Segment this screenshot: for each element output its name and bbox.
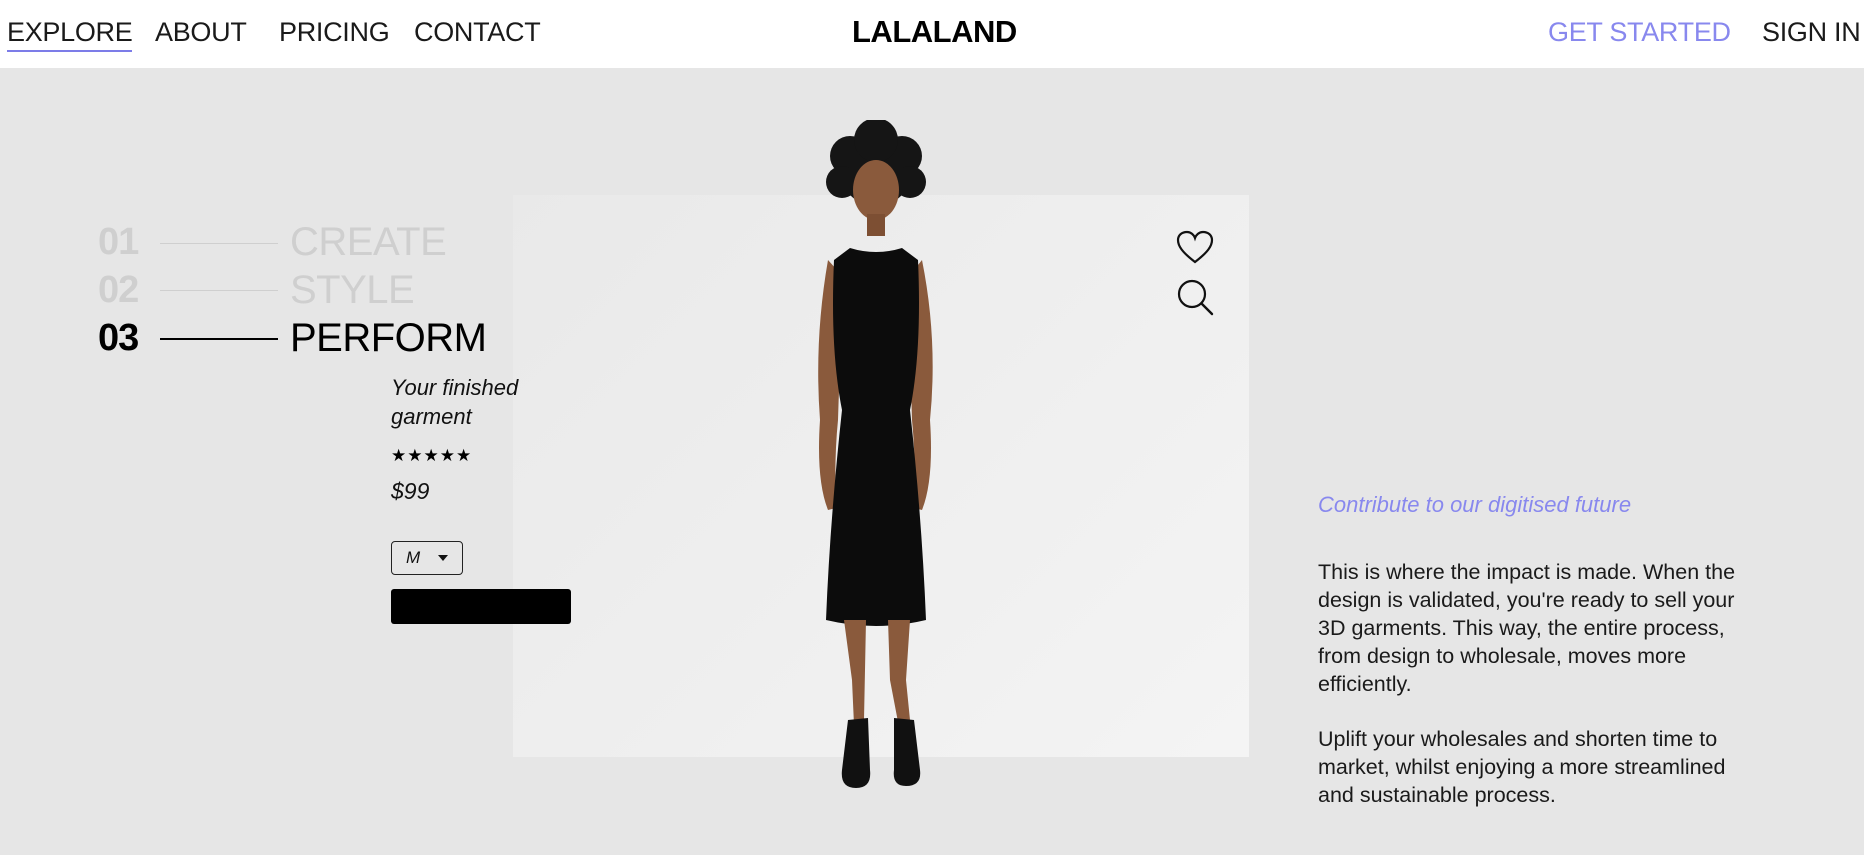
step-label: STYLE <box>290 268 415 312</box>
step-divider <box>160 243 278 244</box>
nav-explore[interactable]: EXPLORE <box>7 14 133 52</box>
brand-logo[interactable]: LALALAND <box>852 12 1017 52</box>
size-value: M <box>406 548 421 567</box>
step-number: 03 <box>98 317 139 359</box>
step-divider <box>160 290 278 291</box>
product-name: Your finished garment <box>391 375 519 429</box>
nav-pricing[interactable]: PRICING <box>279 14 390 50</box>
step-label: CREATE <box>290 220 447 264</box>
description-paragraph-1: This is where the impact is made. When t… <box>1318 560 1736 696</box>
tagline: Contribute to our digitised future <box>1318 492 1632 517</box>
sign-in-link[interactable]: SIGN IN <box>1762 14 1861 50</box>
get-started-link[interactable]: GET STARTED <box>1548 14 1731 50</box>
product-price: $99 <box>391 478 430 504</box>
add-to-cart-button[interactable] <box>391 589 571 624</box>
nav-about[interactable]: ABOUT <box>155 14 247 50</box>
step-number: 01 <box>98 221 139 263</box>
step-number: 02 <box>98 269 139 311</box>
description-paragraph-2: Uplift your wholesales and shorten time … <box>1318 727 1726 807</box>
heart-icon[interactable] <box>1176 230 1214 266</box>
step-divider <box>160 338 278 340</box>
rating-stars: ★★★★★ <box>391 446 473 465</box>
top-nav: EXPLORE ABOUT PRICING CONTACT LALALAND G… <box>0 0 1864 68</box>
size-select[interactable]: M <box>391 541 463 575</box>
caret-down-icon <box>438 555 448 561</box>
nav-contact[interactable]: CONTACT <box>414 14 541 50</box>
search-icon[interactable] <box>1176 278 1216 318</box>
step-label: PERFORM <box>290 316 487 360</box>
model-image <box>818 120 933 788</box>
